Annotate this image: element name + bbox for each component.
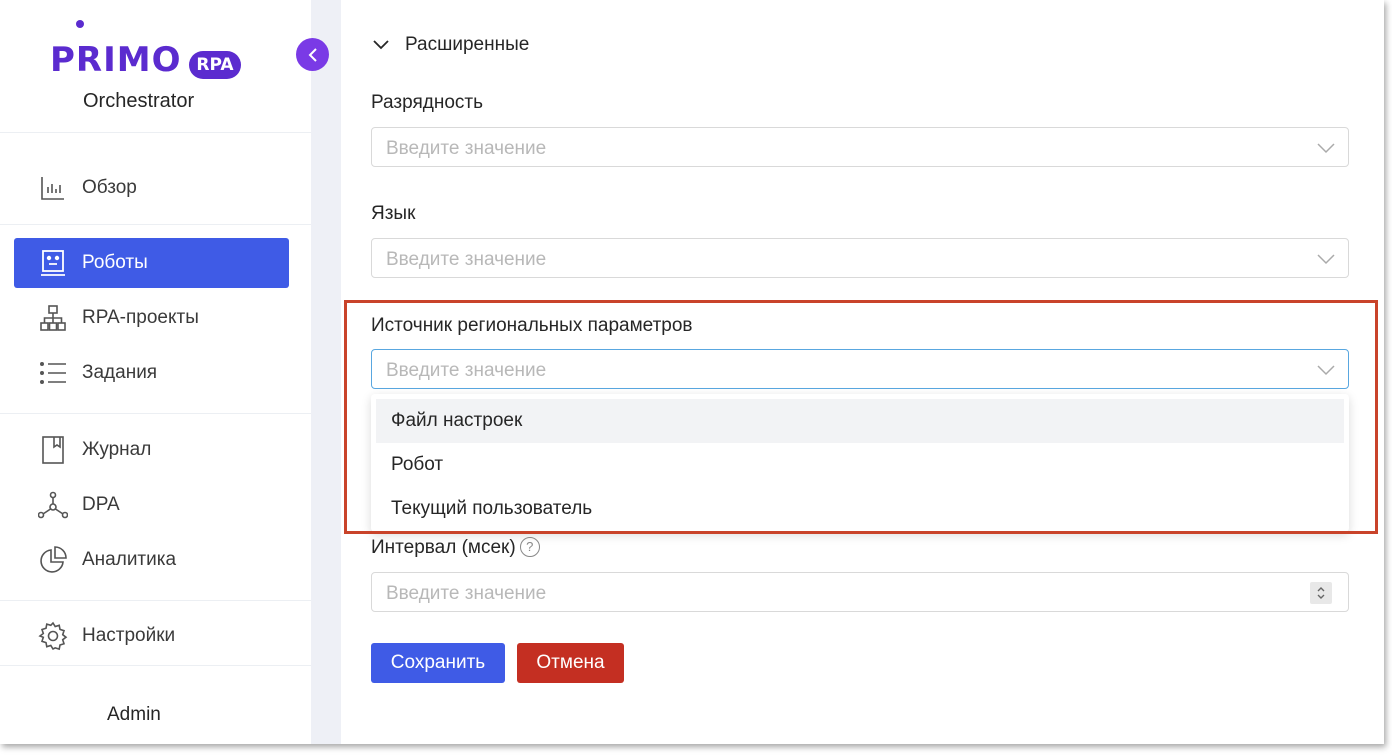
language-select[interactable]: Введите значение bbox=[371, 238, 1349, 278]
list-icon bbox=[38, 358, 68, 388]
chevron-down-icon bbox=[1317, 365, 1335, 376]
help-icon[interactable]: ? bbox=[519, 537, 540, 557]
logo-badge: RPA bbox=[189, 51, 241, 79]
pie-chart-icon bbox=[38, 545, 68, 575]
logo: PRIMO RPA Orchestrator bbox=[46, 18, 246, 118]
bitness-placeholder: Введите значение bbox=[386, 138, 547, 159]
sidebar-item-label: Настройки bbox=[82, 625, 176, 646]
regional-source-placeholder: Введите значение bbox=[386, 360, 547, 381]
chevron-left-icon bbox=[308, 47, 317, 62]
interval-input[interactable]: Введите значение bbox=[371, 572, 1349, 612]
cancel-button[interactable]: Отмена bbox=[517, 643, 624, 683]
sidebar-item-label: DPA bbox=[82, 494, 120, 515]
sidebar: PRIMO RPA Orchestrator Обзор Роботы RPA-… bbox=[0, 0, 311, 744]
sidebar-item-label: Обзор bbox=[82, 177, 137, 198]
section-toggle-advanced[interactable]: Расширенные bbox=[371, 34, 529, 56]
divider bbox=[0, 132, 311, 133]
sidebar-item-settings[interactable]: Настройки bbox=[14, 611, 289, 661]
network-icon bbox=[38, 490, 68, 520]
stepper-arrows-icon bbox=[1317, 587, 1325, 599]
sidebar-item-label: Роботы bbox=[82, 252, 148, 273]
hierarchy-icon bbox=[38, 303, 68, 333]
sidebar-item-label: RPA-проекты bbox=[82, 307, 199, 328]
interval-placeholder: Введите значение bbox=[386, 583, 547, 604]
sidebar-item-label: Аналитика bbox=[82, 549, 177, 570]
chevron-down-icon bbox=[1317, 143, 1335, 154]
sidebar-gutter bbox=[311, 0, 341, 744]
main-content: Расширенные Разрядность Введите значение… bbox=[341, 0, 1384, 744]
section-title: Расширенные bbox=[405, 34, 530, 55]
bitness-label: Разрядность bbox=[371, 92, 483, 113]
logo-text: PRIMO bbox=[50, 40, 182, 80]
divider bbox=[0, 600, 311, 601]
sidebar-item-label: Журнал bbox=[82, 439, 152, 460]
divider bbox=[0, 665, 311, 666]
regional-source-select[interactable]: Введите значение bbox=[371, 349, 1349, 389]
sidebar-item-rpa-projects[interactable]: RPA-проекты bbox=[14, 293, 289, 343]
interval-label-row: Интервал (мсек)? bbox=[371, 537, 540, 559]
bitness-select[interactable]: Введите значение bbox=[371, 127, 1349, 167]
interval-label: Интервал (мсек) bbox=[371, 537, 516, 558]
number-stepper[interactable] bbox=[1310, 582, 1332, 604]
sidebar-item-overview[interactable]: Обзор bbox=[14, 163, 289, 213]
bookmark-icon bbox=[38, 435, 68, 465]
dropdown-option-current-user[interactable]: Текущий пользователь bbox=[376, 487, 1344, 531]
gear-icon bbox=[38, 621, 68, 651]
logo-subtitle: Orchestrator bbox=[83, 90, 195, 112]
logo-antenna bbox=[76, 20, 84, 28]
dropdown-option-settings-file[interactable]: Файл настроек bbox=[376, 399, 1344, 443]
language-label: Язык bbox=[371, 203, 416, 224]
regional-source-dropdown: Файл настроек Робот Текущий пользователь bbox=[371, 394, 1349, 532]
divider bbox=[0, 224, 311, 225]
robot-icon bbox=[38, 248, 68, 278]
app-window: PRIMO RPA Orchestrator Обзор Роботы RPA-… bbox=[0, 0, 1384, 744]
user-name[interactable]: Admin bbox=[107, 704, 161, 726]
regional-source-label: Источник региональных параметров bbox=[371, 315, 693, 336]
language-placeholder: Введите значение bbox=[386, 249, 547, 270]
sidebar-item-dpa[interactable]: DPA bbox=[14, 480, 289, 530]
divider bbox=[0, 413, 311, 414]
collapse-sidebar-button[interactable] bbox=[296, 38, 329, 71]
sidebar-item-label: Задания bbox=[82, 362, 158, 383]
chevron-down-icon bbox=[1317, 254, 1335, 265]
dropdown-option-robot[interactable]: Робот bbox=[376, 443, 1344, 487]
save-button[interactable]: Сохранить bbox=[371, 643, 505, 683]
chevron-down-icon bbox=[373, 40, 389, 50]
sidebar-item-tasks[interactable]: Задания bbox=[14, 348, 289, 398]
bar-chart-icon bbox=[38, 173, 68, 203]
sidebar-item-journal[interactable]: Журнал bbox=[14, 425, 289, 475]
sidebar-item-analytics[interactable]: Аналитика bbox=[14, 535, 289, 585]
sidebar-item-robots[interactable]: Роботы bbox=[14, 238, 289, 288]
